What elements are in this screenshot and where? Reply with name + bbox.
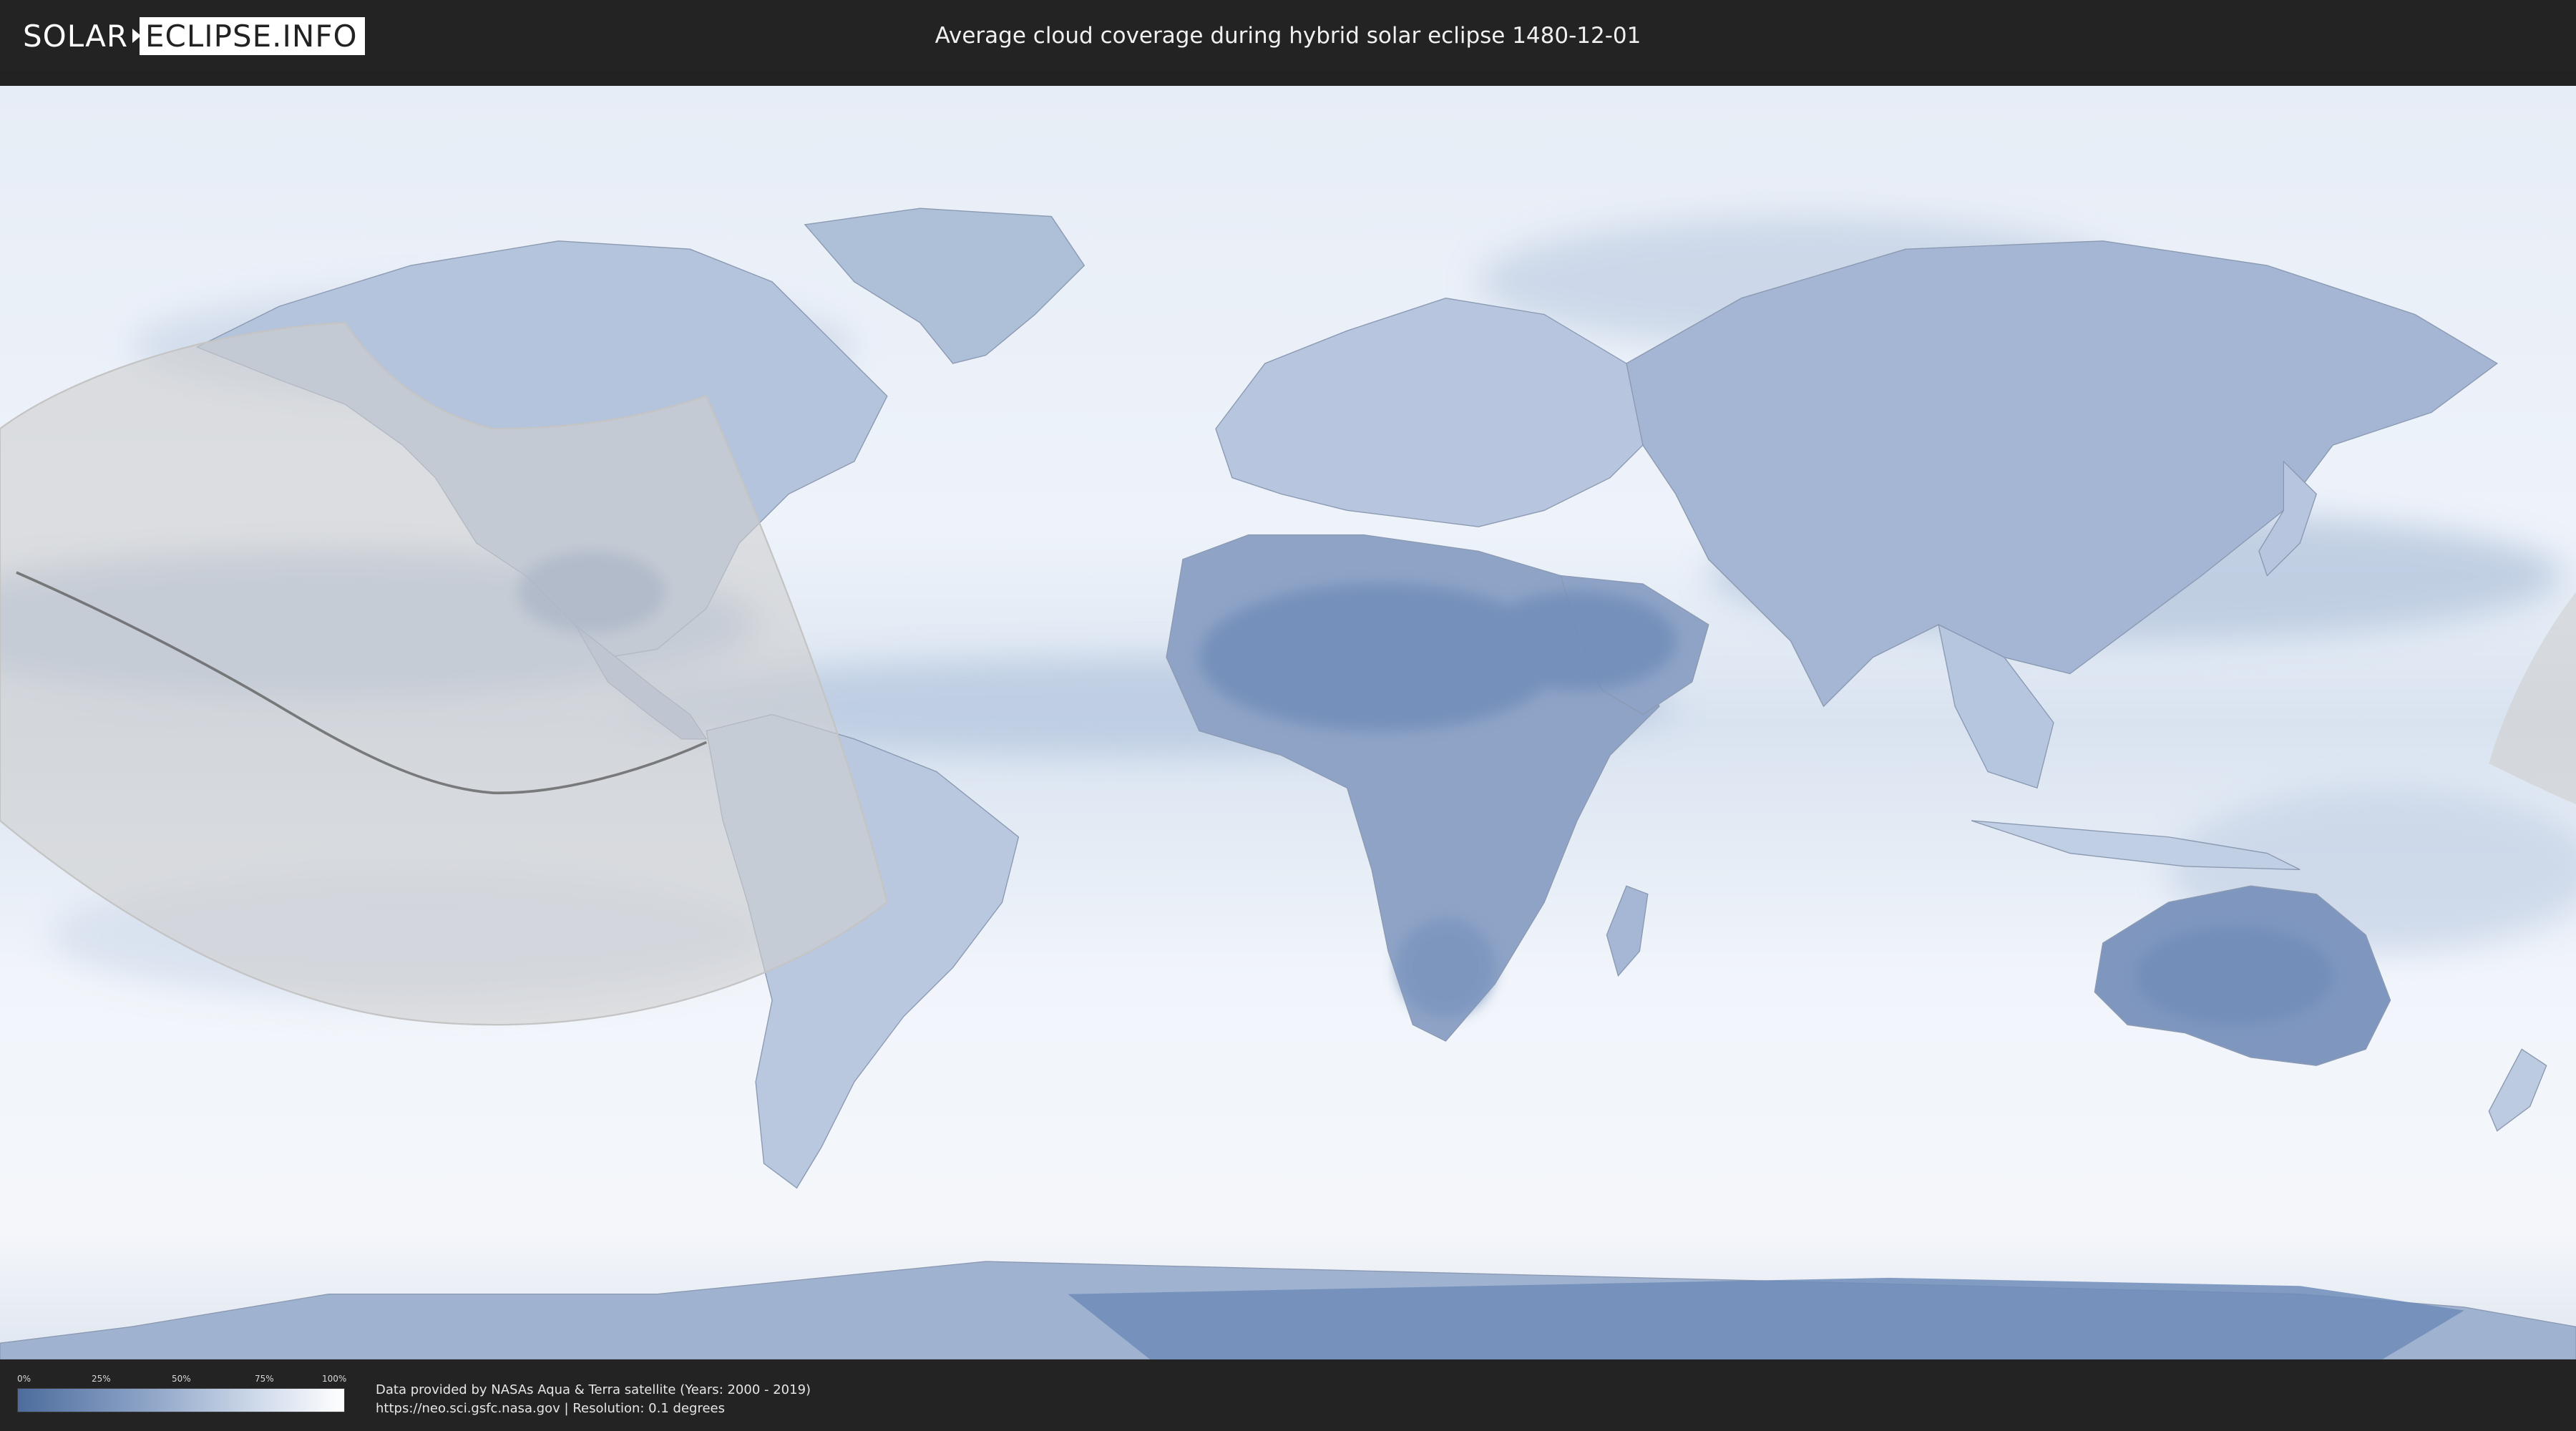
legend-ticks: 0% 25% 50% 75% 100%: [17, 1374, 347, 1388]
legend-tick-75: 75%: [255, 1374, 274, 1384]
page-title: Average cloud coverage during hybrid sol…: [935, 23, 1641, 49]
header-bar: SOLAR ECLIPSE.INFO Average cloud coverag…: [0, 0, 2576, 72]
cloud-coverage-legend: 0% 25% 50% 75% 100%: [17, 1374, 347, 1412]
cloud-coverage-map[interactable]: [0, 86, 2576, 1359]
legend-tick-50: 50%: [172, 1374, 191, 1384]
legend-gradient-bar: [17, 1388, 345, 1412]
legend-tick-0: 0%: [17, 1374, 31, 1384]
data-credits: Data provided by NASAs Aqua & Terra sate…: [376, 1381, 811, 1418]
legend-tick-100: 100%: [322, 1374, 347, 1384]
credit-line-source: Data provided by NASAs Aqua & Terra sate…: [376, 1382, 811, 1397]
antarctica-interior: [1068, 1277, 2464, 1359]
credit-line-url[interactable]: https://neo.sci.gsfc.nasa.gov | Resoluti…: [376, 1400, 811, 1418]
footer-bar: 0% 25% 50% 75% 100% Data provided by NAS…: [0, 1359, 2576, 1431]
world-map-svg: [0, 86, 2576, 1359]
legend-tick-25: 25%: [92, 1374, 111, 1384]
